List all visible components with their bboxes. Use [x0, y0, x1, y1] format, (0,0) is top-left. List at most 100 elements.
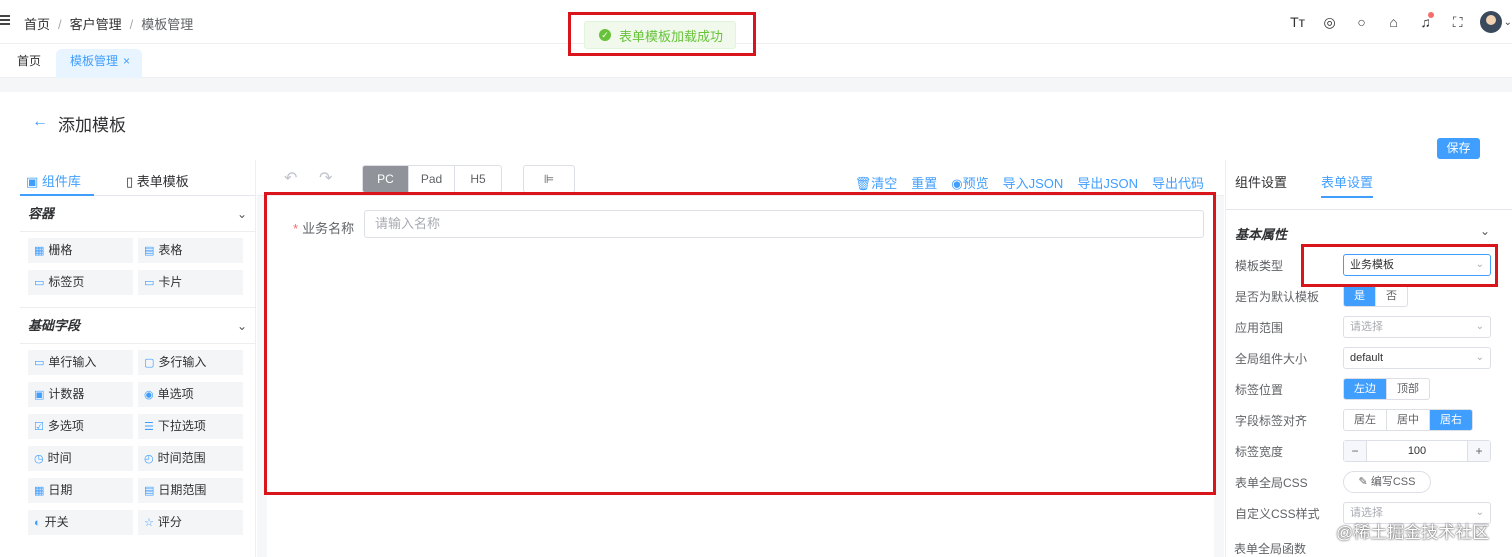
default-template-label: 是否为默认模板: [1235, 290, 1320, 304]
edit-css-button[interactable]: ✎ 编写CSS: [1343, 471, 1431, 493]
top-header: 首页 / 客户管理 / 模板管理 Tт ◎ ○ ⌂ ♫ ⛶ ⌄: [0, 0, 1512, 44]
menu-toggle-icon[interactable]: [0, 13, 14, 29]
fullscreen-icon[interactable]: ⛶: [1442, 14, 1474, 31]
font-size-icon[interactable]: Tт: [1282, 14, 1314, 30]
export-code-button[interactable]: 导出代码: [1152, 173, 1204, 192]
search-icon[interactable]: ○: [1346, 14, 1378, 30]
comp-table[interactable]: ▤ 表格: [138, 238, 243, 263]
clock-icon: ◷: [34, 453, 44, 465]
comp-radio[interactable]: ◉ 单选项: [138, 382, 243, 407]
align-right-button[interactable]: 居右: [1430, 410, 1472, 430]
tab-label: 模板管理: [70, 54, 119, 68]
save-button[interactable]: 保存: [1437, 138, 1480, 159]
scope-label: 应用范围: [1235, 321, 1284, 335]
form-designer: ↶ ↷ PC Pad H5 ⊫ 🗑清空 重置 ◉预览 导入JSON 导出JSON…: [257, 160, 1224, 557]
tree-view-button[interactable]: ⊫: [523, 165, 575, 193]
highlight-box-toast: [568, 12, 756, 56]
group-title-container[interactable]: 容器 ⌄: [20, 196, 255, 232]
custom-css-label: 自定义CSS样式: [1235, 507, 1320, 521]
scope-select[interactable]: 请选择 ⌄: [1343, 316, 1491, 338]
shirt-icon[interactable]: ⌂: [1378, 14, 1410, 30]
bell-icon[interactable]: ♫: [1410, 12, 1442, 30]
breadcrumb-current: 模板管理: [141, 17, 194, 32]
theme-icon[interactable]: ◎: [1314, 14, 1346, 31]
size-select[interactable]: default ⌄: [1343, 347, 1491, 369]
design-canvas: * 业务名称 请输入名称: [257, 192, 1224, 557]
tab-template-manage[interactable]: 模板管理 ×: [56, 49, 142, 78]
label-align-toggle: 居左 居中 居右: [1343, 409, 1473, 431]
tabs-bar: 首页 模板管理 ×: [0, 44, 1512, 78]
align-center-button[interactable]: 居中: [1387, 410, 1430, 430]
tab-form-settings[interactable]: 表单设置: [1321, 172, 1373, 191]
chevron-down-icon[interactable]: ⌄: [1504, 17, 1512, 28]
group-divider: [20, 295, 255, 308]
comp-date-range[interactable]: ▤ 日期范围: [138, 478, 243, 503]
back-arrow-icon[interactable]: ←: [32, 113, 48, 131]
checkbox-icon: ☑: [34, 421, 44, 433]
label-position-toggle: 左边 顶部: [1343, 378, 1430, 400]
comp-number[interactable]: ▣ 计数器: [28, 382, 133, 407]
device-h5[interactable]: H5: [455, 166, 501, 192]
size-label: 全局组件大小: [1235, 352, 1308, 366]
section-title: 基本属性: [1235, 227, 1288, 242]
date-range-icon: ▤: [144, 485, 155, 497]
comp-input[interactable]: ▭ 单行输入: [28, 350, 133, 375]
undo-icon[interactable]: ↶: [284, 168, 297, 188]
comp-rate[interactable]: ☆ 评分: [138, 510, 243, 535]
tab-component-settings[interactable]: 组件设置: [1235, 172, 1287, 191]
comp-time-range[interactable]: ◴ 时间范围: [138, 446, 243, 471]
chevron-down-icon[interactable]: ⌄: [237, 308, 247, 344]
export-json-button[interactable]: 导出JSON: [1077, 173, 1138, 192]
tab-home[interactable]: 首页: [8, 49, 50, 78]
chevron-down-icon[interactable]: ⌄: [237, 196, 247, 232]
increment-button[interactable]: +: [1468, 441, 1490, 461]
component-panel: ▣ 组件库 ▯ 表单模板 容器 ⌄ ▦ 栅格 ▤ 表格 ▭ 标签页 ▭ 卡片 基础字段 ⌄ …: [20, 160, 256, 557]
label-pos-left-button[interactable]: 左边: [1344, 379, 1387, 399]
tab-form-templates[interactable]: ▯ 表单模板: [126, 171, 189, 190]
calendar-icon: ▦: [34, 485, 45, 497]
comp-time[interactable]: ◷ 时间: [28, 446, 133, 471]
close-icon[interactable]: ×: [123, 54, 130, 68]
right-tabs: 组件设置 表单设置: [1226, 160, 1512, 210]
chevron-down-icon[interactable]: ⌄: [1480, 224, 1490, 238]
reset-button[interactable]: 重置: [911, 173, 937, 192]
group-title-basic[interactable]: 基础字段 ⌄: [20, 308, 255, 344]
breadcrumb-customer[interactable]: 客户管理: [70, 17, 122, 32]
comp-textarea[interactable]: ▢ 多行输入: [138, 350, 243, 375]
left-tabs: ▣ 组件库 ▯ 表单模板: [20, 160, 255, 196]
comp-tabs[interactable]: ▭ 标签页: [28, 270, 133, 295]
avatar[interactable]: [1479, 11, 1502, 33]
default-yes-button[interactable]: 是: [1344, 286, 1376, 306]
import-json-button[interactable]: 导入JSON: [1003, 173, 1064, 192]
breadcrumb-home[interactable]: 首页: [24, 17, 50, 32]
comp-checkbox[interactable]: ☑ 多选项: [28, 414, 133, 439]
star-icon: ☆: [144, 517, 154, 529]
time-range-icon: ◴: [144, 453, 154, 465]
device-pad[interactable]: Pad: [409, 166, 455, 192]
label-width-value[interactable]: 100: [1366, 441, 1468, 461]
clear-button[interactable]: 🗑清空: [855, 173, 898, 192]
default-no-button[interactable]: 否: [1376, 286, 1407, 306]
redo-icon[interactable]: ↷: [319, 168, 332, 188]
tab-component-lib[interactable]: ▣ 组件库: [26, 171, 81, 190]
label-position-label: 标签位置: [1235, 383, 1284, 397]
comp-switch[interactable]: ◐ 开关: [28, 510, 133, 535]
label-pos-top-button[interactable]: 顶部: [1387, 379, 1429, 399]
global-css-label: 表单全局CSS: [1235, 476, 1308, 490]
trash-icon: 🗑: [854, 176, 872, 191]
comp-grid[interactable]: ▦ 栅格: [28, 238, 133, 263]
preview-button[interactable]: ◉预览: [951, 173, 988, 192]
page-title: 添加模板: [58, 116, 126, 135]
device-pc[interactable]: PC: [363, 166, 409, 192]
settings-panel: 组件设置 表单设置 基本属性 ⌄ 模板类型 业务模板 ⌄ 是否为默认模板 是 否 …: [1225, 160, 1512, 557]
grid-icon: ▦: [34, 245, 45, 257]
global-function-label: 表单全局函数: [1234, 542, 1307, 556]
align-left-button[interactable]: 居左: [1344, 410, 1387, 430]
comp-select[interactable]: ☰ 下拉选项: [138, 414, 243, 439]
chevron-down-icon: ⌄: [1475, 352, 1484, 363]
edit-icon: ✎: [1358, 476, 1371, 488]
label-width-label: 标签宽度: [1235, 445, 1284, 459]
comp-date[interactable]: ▦ 日期: [28, 478, 133, 503]
comp-card[interactable]: ▭ 卡片: [138, 270, 243, 295]
decrement-button[interactable]: −: [1344, 441, 1366, 461]
